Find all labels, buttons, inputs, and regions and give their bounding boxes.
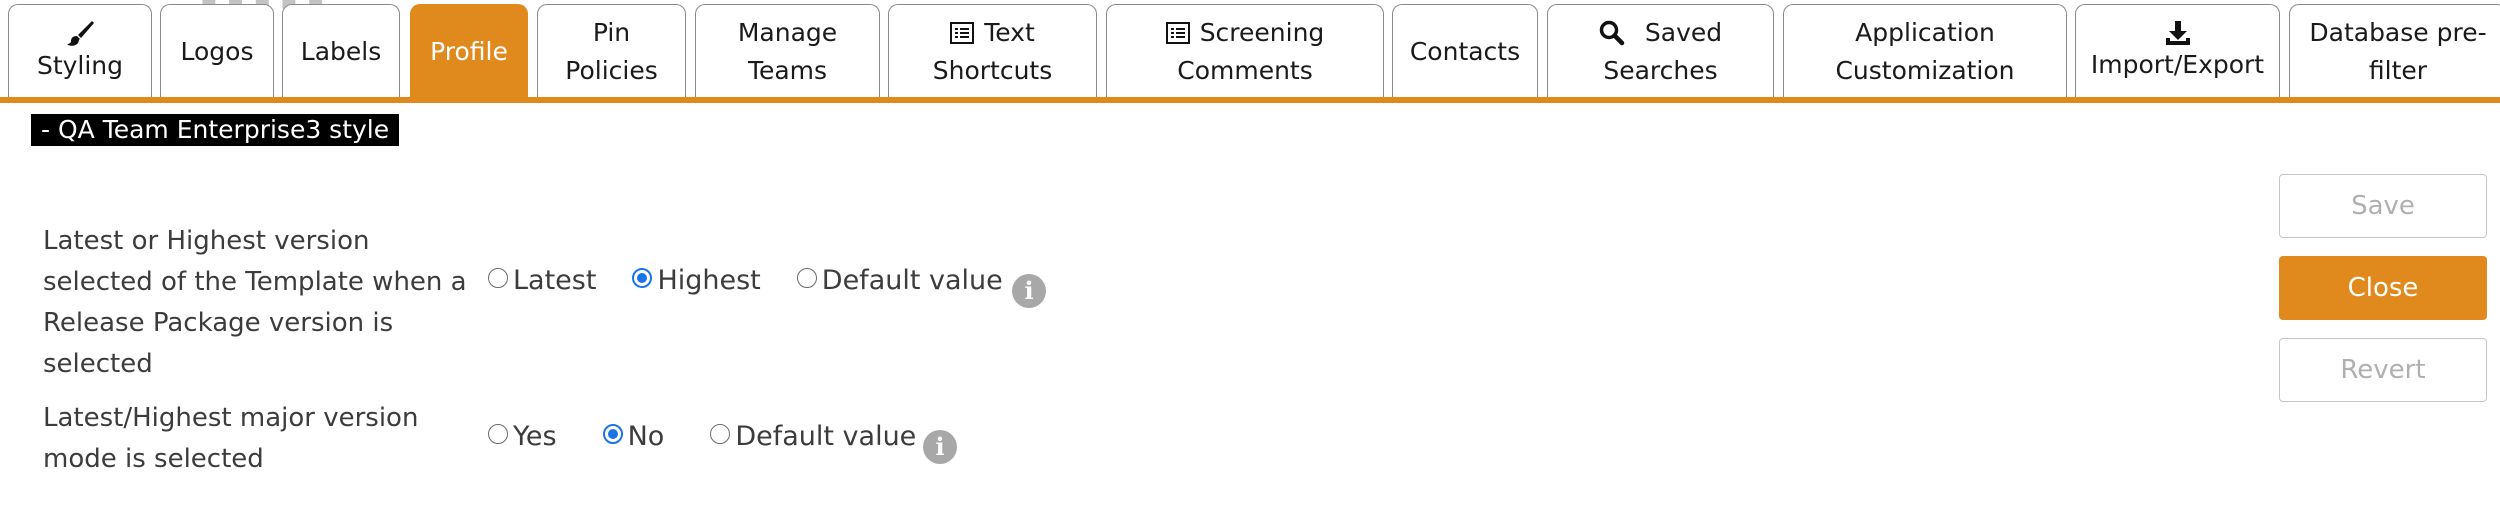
radio-default-value-2-circle[interactable] xyxy=(710,423,731,444)
radio-no-circle[interactable] xyxy=(602,423,623,444)
tab-database-prefilter-line2: filter xyxy=(2368,55,2428,85)
tab-pin-policies-line2: Policies xyxy=(565,55,658,85)
download-icon xyxy=(2165,20,2191,46)
tab-pin-policies-line1: Pin xyxy=(592,17,631,47)
tab-contacts[interactable]: Contacts xyxy=(1392,4,1538,98)
tab-bar: Styling Logos Labels Profile Pin Policie… xyxy=(0,0,2500,100)
setting-major-version-mode-options: Yes No Default value xyxy=(488,421,948,452)
radio-yes[interactable]: Yes xyxy=(488,421,557,452)
tab-screening-comments-line1: Screening xyxy=(1199,17,1325,47)
radio-highest-circle[interactable] xyxy=(632,267,653,288)
tab-database-prefilter-line1: Database pre- xyxy=(2309,17,2487,47)
tab-underline-divider xyxy=(0,97,2500,103)
radio-latest[interactable]: Latest xyxy=(488,265,596,296)
radio-default-value-1-circle[interactable] xyxy=(796,267,817,288)
radio-default-value-2-label: Default value xyxy=(735,421,917,452)
tab-text-shortcuts-line2: Shortcuts xyxy=(932,55,1053,85)
radio-yes-circle[interactable] xyxy=(488,423,508,444)
radio-default-value-2[interactable]: Default value xyxy=(710,421,916,452)
tab-application-customization-line2: Customization xyxy=(1835,55,2015,85)
tab-saved-searches-line1: Saved xyxy=(1644,17,1723,47)
radio-highest[interactable]: Highest xyxy=(632,265,761,296)
tab-saved-searches[interactable]: Saved Searches xyxy=(1547,4,1774,98)
setting-version-selection-label: Latest or Highest version selected of th… xyxy=(43,226,467,379)
tab-database-prefilter[interactable]: Database pre- filter xyxy=(2289,4,2500,98)
tab-import-export[interactable]: Import/Export xyxy=(2075,4,2280,98)
tab-manage-teams[interactable]: Manage Teams xyxy=(695,4,880,98)
search-icon xyxy=(1599,20,1625,46)
save-button[interactable]: Save xyxy=(2279,174,2487,238)
tab-text-shortcuts-line1: Text xyxy=(984,17,1035,47)
radio-default-value-1[interactable]: Default value xyxy=(796,265,1003,296)
tab-screening-comments[interactable]: Screening Comments xyxy=(1106,4,1384,98)
tab-logos[interactable]: Logos xyxy=(160,4,274,98)
tab-styling-label: Styling xyxy=(36,50,124,80)
tab-profile[interactable]: Profile xyxy=(410,4,528,98)
info-icon[interactable]: i xyxy=(923,430,957,464)
tab-pin-policies[interactable]: Pin Policies xyxy=(537,4,686,98)
radio-no[interactable]: No xyxy=(602,421,665,452)
tab-styling[interactable]: Styling xyxy=(8,4,152,98)
radio-highest-label: Highest xyxy=(657,265,761,296)
close-button[interactable]: Close xyxy=(2279,256,2487,320)
list-icon xyxy=(950,21,975,44)
tab-profile-label: Profile xyxy=(430,36,508,66)
tab-text-shortcuts[interactable]: Text Shortcuts xyxy=(888,4,1097,98)
tab-application-customization-line1: Application xyxy=(1855,17,1995,47)
radio-latest-label: Latest xyxy=(513,265,597,296)
radio-no-label: No xyxy=(627,421,665,452)
revert-button[interactable]: Revert xyxy=(2279,338,2487,402)
radio-default-value-1-label: Default value xyxy=(821,265,1003,296)
info-icon[interactable]: i xyxy=(1012,274,1046,308)
tab-application-customization[interactable]: Application Customization xyxy=(1783,4,2067,98)
tab-manage-teams-line1: Manage xyxy=(737,17,838,47)
tab-labels[interactable]: Labels xyxy=(282,4,400,98)
tab-screening-comments-line2: Comments xyxy=(1177,55,1313,85)
profile-settings-page: ▪ ▪ ▪ ▪ ▪ Styling Logos Labels Profile P… xyxy=(0,0,2500,511)
setting-major-version-mode-label: Latest/Highest major version mode is sel… xyxy=(43,403,419,474)
tab-contacts-label: Contacts xyxy=(1409,36,1521,66)
style-title: - QA Team Enterprise3 style xyxy=(31,114,400,146)
tab-labels-label: Labels xyxy=(300,36,382,66)
brush-icon xyxy=(65,19,95,47)
radio-yes-label: Yes xyxy=(513,421,557,452)
setting-version-selection-options: Latest Highest Default value xyxy=(488,265,1035,296)
tab-import-export-label: Import/Export xyxy=(2090,49,2265,79)
list-icon xyxy=(1165,21,1190,44)
tab-saved-searches-line2: Searches xyxy=(1603,55,1718,85)
radio-latest-circle[interactable] xyxy=(488,267,508,288)
tab-manage-teams-line2: Teams xyxy=(747,55,828,85)
tab-logos-label: Logos xyxy=(180,36,254,66)
